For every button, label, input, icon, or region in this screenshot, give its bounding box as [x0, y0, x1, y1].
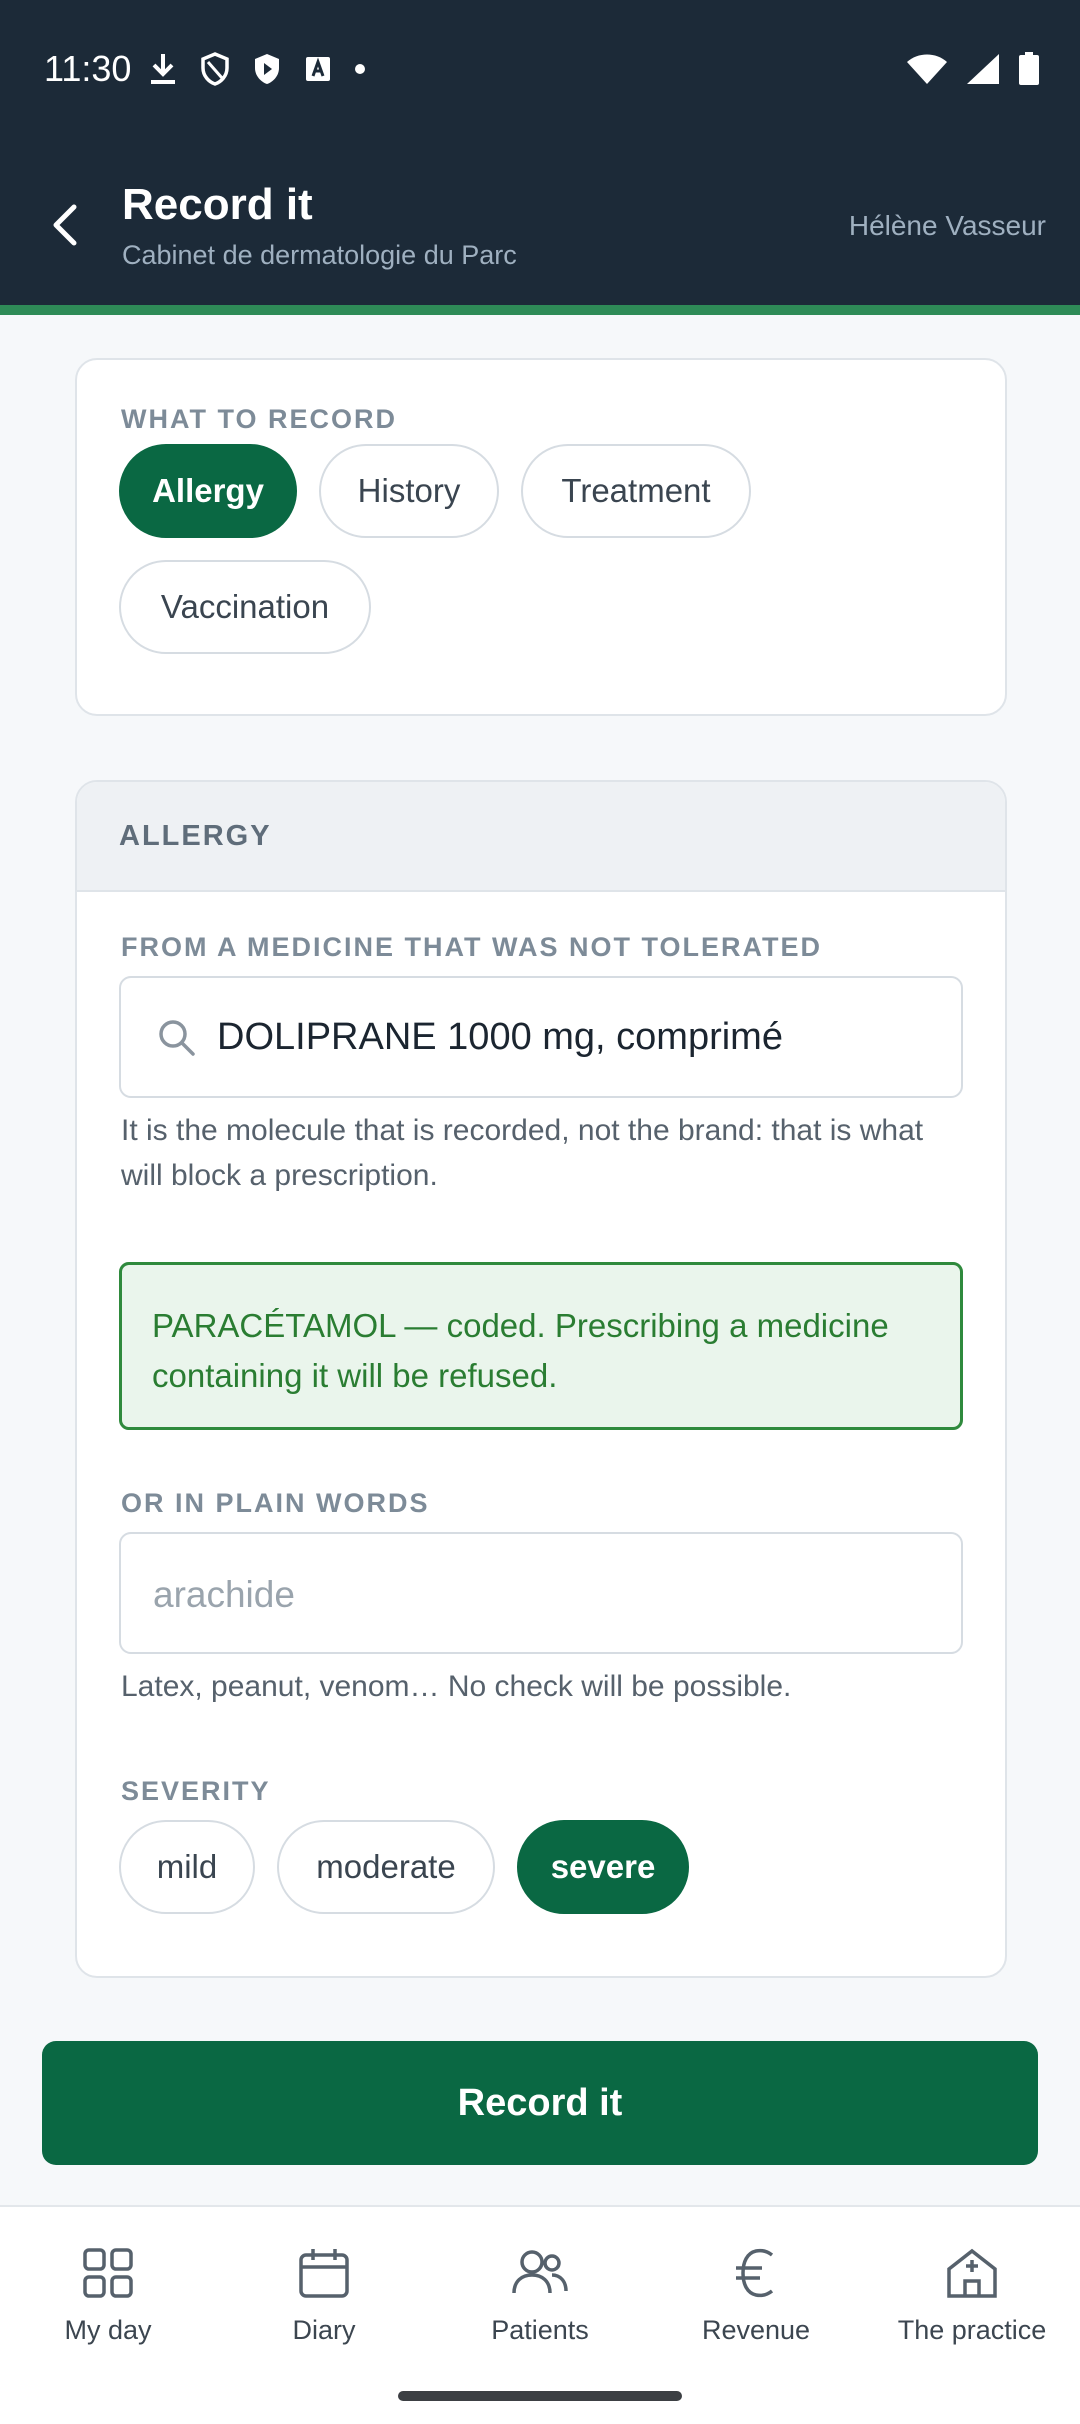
euro-icon: [648, 2243, 864, 2303]
medicine-value: DOLIPRANE 1000 mg, comprimé: [217, 1016, 783, 1058]
shield-outline-icon: [200, 52, 230, 86]
home-indicator[interactable]: [398, 2391, 682, 2401]
nav-my-day[interactable]: My day: [0, 2243, 216, 2346]
dot-icon: [354, 63, 366, 75]
chevron-left-icon: [53, 204, 77, 246]
nav-diary[interactable]: Diary: [216, 2243, 432, 2346]
nav-revenue[interactable]: Revenue: [648, 2243, 864, 2346]
shield-play-icon: [252, 52, 282, 86]
download-icon: [148, 52, 178, 86]
allergy-section-title: ALLERGY: [119, 820, 272, 852]
medicine-help-text: It is the molecule that is recorded, not…: [121, 1114, 924, 1192]
nav-label: My day: [64, 2315, 152, 2345]
nav-label: Revenue: [701, 2315, 811, 2345]
status-notifications: [148, 52, 366, 86]
clinic-icon: [864, 2243, 1080, 2303]
medicine-label: FROM A MEDICINE THAT WAS NOT TOLERATED: [121, 932, 822, 962]
header-accent-strip: [0, 305, 1080, 315]
plain-words-input[interactable]: arachide: [119, 1532, 963, 1654]
plain-words-help-text: Latex, peanut, venom… No check will be p…: [121, 1670, 792, 1703]
grid-icon: [0, 2243, 216, 2303]
back-button[interactable]: [36, 196, 94, 254]
record-type-label: WHAT TO RECORD: [121, 404, 397, 434]
nav-label: Patients: [491, 2315, 589, 2345]
signal-icon: [966, 53, 1000, 90]
app-header: 11:30 Record it Cabinet de dermatologie …: [0, 0, 1080, 305]
allergy-card: ALLERGY FROM A MEDICINE THAT WAS NOT TOL…: [75, 780, 1007, 1978]
severity-label: SEVERITY: [121, 1776, 271, 1806]
nav-patients[interactable]: Patients: [432, 2243, 648, 2346]
text-box-icon: [304, 55, 332, 83]
chip-allergy[interactable]: Allergy: [119, 444, 297, 538]
status-time: 11:30: [44, 48, 132, 89]
allergy-card-header: ALLERGY: [77, 782, 1005, 892]
practice-name: Cabinet de dermatologie du Parc: [122, 240, 517, 270]
chip-history[interactable]: History: [319, 444, 499, 538]
plain-words-placeholder: arachide: [153, 1574, 295, 1615]
record-it-button[interactable]: Record it: [42, 2041, 1038, 2165]
chip-vaccination[interactable]: Vaccination: [119, 560, 371, 654]
search-icon: [157, 1018, 197, 1063]
status-system: [906, 52, 1040, 91]
severity-mild[interactable]: mild: [119, 1820, 255, 1914]
people-icon: [432, 2243, 648, 2303]
wifi-icon: [906, 53, 948, 90]
nav-label: Diary: [292, 2315, 356, 2345]
medicine-search-field[interactable]: DOLIPRANE 1000 mg, comprimé: [119, 976, 963, 1098]
chip-treatment[interactable]: Treatment: [521, 444, 751, 538]
battery-icon: [1018, 52, 1040, 91]
severity-severe[interactable]: severe: [517, 1820, 689, 1914]
plain-words-label: OR IN PLAIN WORDS: [121, 1488, 430, 1518]
severity-moderate[interactable]: moderate: [277, 1820, 495, 1914]
page-title: Record it: [122, 180, 313, 229]
record-type-card: WHAT TO RECORD Allergy History Treatment…: [75, 358, 1007, 716]
nav-label: The practice: [897, 2315, 1047, 2345]
nav-the-practice[interactable]: The practice: [864, 2243, 1080, 2346]
coded-molecule-banner: PARACÉTAMOL — coded. Prescribing a medic…: [119, 1262, 963, 1430]
user-name[interactable]: Hélène Vasseur: [849, 210, 1046, 242]
calendar-icon: [216, 2243, 432, 2303]
bottom-navigation: My day Diary Patients Revenue The practi…: [0, 2205, 1080, 2424]
